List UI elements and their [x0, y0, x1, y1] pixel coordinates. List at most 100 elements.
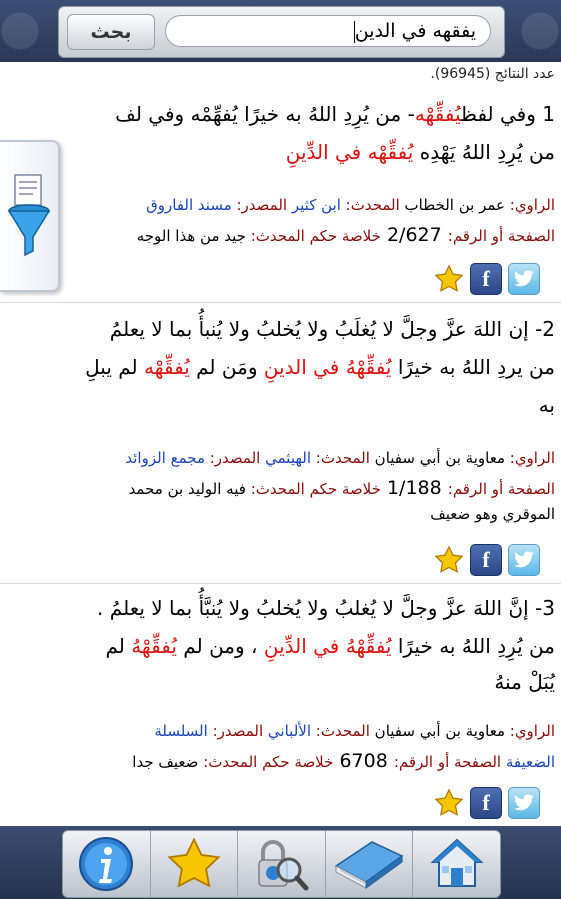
filter-funnel-icon [7, 174, 51, 257]
muhaddith-value[interactable]: ابن كثير [287, 196, 346, 214]
narrator-label: الراوي: [509, 449, 555, 467]
search-lock-icon [258, 840, 309, 891]
home-icon [430, 838, 484, 887]
facebook-icon[interactable]: f [470, 263, 502, 295]
source-value[interactable]: السلسلة [154, 722, 212, 740]
highlight-term: يُفقِّهْهُ [131, 634, 177, 658]
highlight-term: يُفقِّهْه [414, 102, 462, 126]
search-input[interactable]: يفقهه في الدين [165, 15, 491, 47]
muhaddith-label: المحدث: [315, 722, 370, 740]
hadith-card: 2- إن اللهَ عزَّ وجلَّ لا يُغلَبُ ولا يُ… [0, 303, 561, 584]
source-label: المصدر: [236, 196, 288, 214]
home-button[interactable] [413, 831, 500, 897]
favorite-star-icon[interactable] [434, 264, 464, 294]
narration-info: الراوي: معاوية بن أبي سفيان المحدث: الهي… [125, 449, 555, 467]
hadith-text-line: 3- إنَّ اللهَ عزَّ وجلَّ لا يُغلبُ ولا ي… [97, 596, 555, 620]
muhaddith-label: المحدث: [345, 196, 400, 214]
muhaddith-label: المحدث: [315, 449, 370, 467]
page-value: 6708 [333, 750, 394, 772]
ruling-label: خلاصة حكم المحدث: [250, 227, 381, 245]
hadith-text-line: من يردِ اللهُ به خيرًا يُفقِّهْهُ في الد… [85, 355, 555, 379]
ruling-value: جيد من هذا الوجه [136, 227, 251, 245]
narrator-value: عمر بن الخطاب [399, 196, 510, 214]
highlight-term: يُفقِّهْه [144, 355, 190, 379]
hadith-text: 2- إن اللهَ عزَّ وجلَّ لا يُغلَبُ ولا يُ… [109, 317, 555, 341]
facebook-icon[interactable]: f [470, 787, 502, 819]
hadith-text: يُبَلْ منهُ [494, 670, 555, 694]
hadith-text-line: يُبَلْ منهُ [494, 670, 555, 694]
share-row: f [434, 544, 554, 576]
share-row: f [434, 787, 554, 819]
highlight-term: يُفقِّهْهُ في الدِّينِ [263, 634, 392, 658]
muhaddith-value[interactable]: الهيثمي [260, 449, 315, 467]
hadith-card: 3- إنَّ اللهَ عزَّ وجلَّ لا يُغلبُ ولا ي… [0, 584, 561, 826]
narration-info: الراوي: عمر بن الخطاب المحدث: ابن كثير ا… [146, 196, 555, 214]
highlight-term: يُفقِّهْهُ في الدينِ [263, 355, 392, 379]
hadith-text: به [538, 393, 555, 417]
search-query-text: يفقهه في الدين [354, 20, 476, 42]
search-frame: بحث يفقهه في الدين [58, 6, 505, 58]
ruling-info: الصفحة أو الرقم: 2/627 خلاصة حكم المحدث:… [137, 224, 555, 246]
ruling-label: خلاصة حكم المحدث: [203, 753, 334, 771]
advanced-search-button[interactable] [238, 831, 326, 897]
facebook-icon[interactable]: f [470, 544, 502, 576]
info-icon [79, 837, 134, 891]
star-icon [167, 837, 221, 888]
ruling-info: الموقري وهو ضعيف [430, 505, 555, 523]
hadith-text: لم يبلِ [85, 355, 145, 379]
hadith-text: 3- إنَّ اللهَ عزَّ وجلَّ لا يُغلبُ ولا ي… [97, 596, 555, 620]
source-label: المصدر: [209, 449, 261, 467]
toolbar-buttons [62, 830, 501, 898]
twitter-icon[interactable] [508, 263, 540, 295]
narration-info: الراوي: معاوية بن أبي سفيان المحدث: الأل… [154, 722, 555, 740]
muhaddith-value[interactable]: الألباني [263, 722, 316, 740]
hadith-text: من يُرِدِ اللهُ به خيرًا [391, 634, 555, 658]
results-list[interactable]: عدد النتائج (96945). 1 وفي لفظيُفقِّهْه-… [0, 62, 561, 826]
search-bar: بحث يفقهه في الدين [0, 0, 561, 62]
hadith-text: من يردِ اللهُ به خيرًا [391, 355, 555, 379]
favorites-button[interactable] [151, 831, 239, 897]
books-button[interactable] [326, 831, 414, 897]
source-label: المصدر: [212, 722, 264, 740]
hadith-text-line: من يُرِدِ اللهُ به خيرًا يُفقِّهْهُ في ا… [105, 634, 555, 658]
ruling-info: الصفحة أو الرقم: 1/188 خلاصة حكم المحدث:… [129, 477, 555, 499]
hadith-text-line: به [539, 393, 555, 417]
ruling-value: الموقري وهو ضعيف [430, 505, 555, 523]
hadith-text: ومَن لم [189, 355, 264, 379]
hadith-card: 1 وفي لفظيُفقِّهْه- من يُرِدِ اللهُ به خ… [0, 84, 561, 303]
book-icon [334, 841, 404, 889]
hadith-text: - من يُرِدِ اللهُ به خيرًا يُفهِّمْه وفي… [115, 102, 415, 126]
favorite-star-icon[interactable] [434, 545, 464, 575]
ruling-label: خلاصة حكم المحدث: [250, 480, 381, 498]
favorite-star-icon[interactable] [434, 788, 464, 818]
source-value[interactable]: مسند الفاروق [146, 196, 236, 214]
hadith-text: 1 وفي لفظ [461, 102, 555, 126]
page-label: الصفحة أو الرقم: [393, 753, 506, 771]
narrator-value: معاوية بن أبي سفيان [369, 722, 510, 740]
results-count: عدد النتائج (96945). [430, 66, 555, 82]
twitter-icon[interactable] [508, 787, 540, 819]
page-value: 1/188 [380, 477, 448, 499]
info-button[interactable] [63, 831, 151, 897]
share-row: f [434, 263, 554, 295]
hadith-text-line: 2- إن اللهَ عزَّ وجلَّ لا يُغلَبُ ولا يُ… [110, 317, 555, 341]
hadith-text-line: من يُرِدِ اللهُ يَهْدِه يُفقِّهْه في الد… [286, 140, 555, 164]
filter-button[interactable] [0, 140, 60, 292]
search-button[interactable]: بحث [67, 14, 155, 50]
narrator-label: الراوي: [509, 722, 555, 740]
hadith-text: من يُرِدِ اللهُ يَهْدِه [413, 140, 555, 164]
source-value[interactable]: الضعيفة [506, 753, 555, 771]
page-value: 2/627 [380, 224, 448, 246]
hadith-text: ، ومن لم [176, 634, 264, 658]
page-label: الصفحة أو الرقم: [447, 480, 555, 498]
bottom-toolbar [0, 826, 561, 899]
source-value[interactable]: مجمع الزوائد [125, 449, 209, 467]
ruling-info: الضعيفة الصفحة أو الرقم: 6708 خلاصة حكم … [132, 750, 555, 772]
narrator-value: معاوية بن أبي سفيان [369, 449, 510, 467]
ruling-value: فيه الوليد بن محمد [128, 480, 251, 498]
page-label: الصفحة أو الرقم: [447, 227, 555, 245]
twitter-icon[interactable] [508, 544, 540, 576]
hadith-text-line: 1 وفي لفظيُفقِّهْه- من يُرِدِ اللهُ به خ… [115, 102, 555, 126]
narrator-label: الراوي: [509, 196, 555, 214]
ruling-value: ضعيف جدا [132, 753, 204, 771]
